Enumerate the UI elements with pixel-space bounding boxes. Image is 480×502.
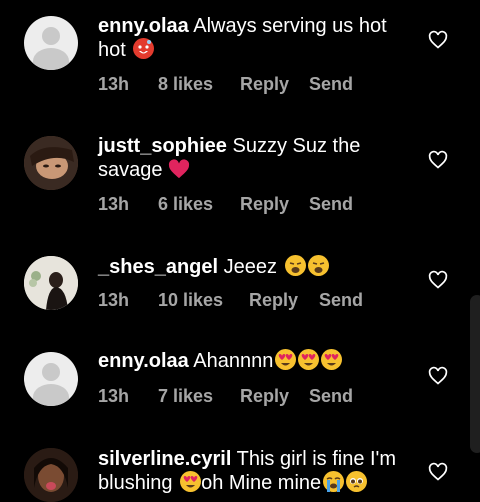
- scrollbar[interactable]: [470, 295, 480, 453]
- heart-eyes-emoji-icon: [180, 471, 202, 492]
- send-button[interactable]: Send: [309, 385, 353, 407]
- like-heart-icon[interactable]: [428, 270, 448, 290]
- red-heart-emoji-icon: [168, 159, 190, 179]
- send-button[interactable]: Send: [309, 73, 353, 95]
- like-heart-icon[interactable]: [428, 366, 448, 386]
- send-button[interactable]: Send: [309, 193, 353, 215]
- avatar[interactable]: [24, 352, 78, 406]
- avatar[interactable]: [24, 256, 78, 310]
- weary-face-emoji-icon: [284, 255, 306, 276]
- comment-body: Ahannnn: [193, 350, 274, 372]
- like-heart-icon[interactable]: [428, 30, 448, 50]
- comment-body: Jeeez: [223, 256, 278, 278]
- comment-text: justt_sophiee Suzzy Suz the savage: [98, 134, 408, 182]
- timestamp: 13h: [98, 194, 130, 214]
- username[interactable]: enny.olaa: [98, 350, 189, 372]
- reply-button[interactable]: Reply: [240, 385, 289, 407]
- heart-eyes-emoji-icon: [275, 349, 297, 370]
- weary-face-emoji-icon: [307, 255, 329, 276]
- comment-text: enny.olaa Ahannnn: [98, 349, 408, 373]
- timestamp: 13h: [98, 386, 130, 406]
- comment-item: enny.olaa Always serving us hot hot 13h …: [0, 0, 480, 115]
- likes-count[interactable]: 6 likes: [158, 193, 213, 215]
- hot-face-emoji-icon: [133, 38, 155, 59]
- reply-button[interactable]: Reply: [249, 289, 298, 311]
- comment-item: silverline.cyril This girl is fine I'm b…: [0, 427, 480, 502]
- comment-text: enny.olaa Always serving us hot hot: [98, 14, 408, 62]
- likes-count[interactable]: 8 likes: [158, 73, 213, 95]
- avatar[interactable]: [24, 136, 78, 190]
- heart-eyes-emoji-icon: [298, 349, 320, 370]
- comment-item: _shes_angel Jeeez 13h 10 likes Reply Sen…: [0, 235, 480, 331]
- comment-body-continued: oh Mine mine: [201, 472, 322, 494]
- comment-item: justt_sophiee Suzzy Suz the savage 13h 6…: [0, 115, 480, 235]
- likes-count[interactable]: 7 likes: [158, 385, 213, 407]
- username[interactable]: silverline.cyril: [98, 448, 231, 470]
- like-heart-icon[interactable]: [428, 150, 448, 170]
- like-heart-icon[interactable]: [428, 462, 448, 482]
- username[interactable]: justt_sophiee: [98, 135, 227, 157]
- timestamp: 13h: [98, 74, 130, 94]
- send-button[interactable]: Send: [319, 289, 363, 311]
- reply-button[interactable]: Reply: [240, 193, 289, 215]
- avatar[interactable]: [24, 448, 78, 502]
- timestamp: 13h: [98, 290, 130, 310]
- avatar[interactable]: [24, 16, 78, 70]
- comment-text: silverline.cyril This girl is fine I'm b…: [98, 447, 408, 495]
- reply-button[interactable]: Reply: [240, 73, 289, 95]
- likes-count[interactable]: 10 likes: [158, 289, 223, 311]
- pleading-face-emoji-icon: [346, 471, 368, 492]
- comment-text: _shes_angel Jeeez: [98, 255, 408, 279]
- username[interactable]: _shes_angel: [98, 256, 218, 278]
- heart-eyes-emoji-icon: [321, 349, 343, 370]
- comment-item: enny.olaa Ahannnn 13h 7 likes Reply Send: [0, 331, 480, 427]
- username[interactable]: enny.olaa: [98, 15, 189, 37]
- loudly-crying-emoji-icon: [323, 471, 345, 492]
